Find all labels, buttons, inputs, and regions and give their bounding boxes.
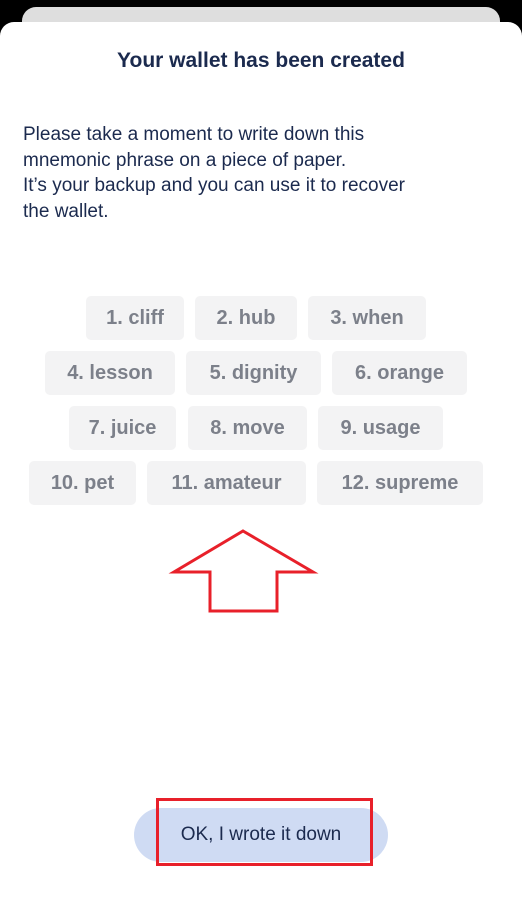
mnemonic-row-4: 10. pet 11. amateur 12. supreme bbox=[0, 461, 522, 505]
mnemonic-word: 1. cliff bbox=[86, 296, 184, 340]
mnemonic-word: 10. pet bbox=[29, 461, 136, 505]
mnemonic-row-2: 4. lesson 5. dignity 6. orange bbox=[0, 351, 522, 395]
mnemonic-word: 4. lesson bbox=[45, 351, 175, 395]
backup-instructions: Please take a moment to write down this … bbox=[23, 124, 405, 222]
mnemonic-word: 2. hub bbox=[195, 296, 297, 340]
mnemonic-word: 6. orange bbox=[332, 351, 467, 395]
mnemonic-word: 5. dignity bbox=[186, 351, 321, 395]
mnemonic-word: 12. supreme bbox=[317, 461, 483, 505]
mnemonic-word: 11. amateur bbox=[147, 461, 306, 505]
mnemonic-row-3: 7. juice 8. move 9. usage bbox=[0, 406, 522, 450]
page-title: Your wallet has been created bbox=[117, 49, 405, 72]
mnemonic-row-1: 1. cliff 2. hub 3. when bbox=[0, 296, 522, 340]
mnemonic-word: 3. when bbox=[308, 296, 426, 340]
confirm-wrote-it-down-button[interactable]: OK, I wrote it down bbox=[134, 808, 388, 862]
mnemonic-word: 9. usage bbox=[318, 406, 443, 450]
mnemonic-word: 7. juice bbox=[69, 406, 176, 450]
mnemonic-word: 8. move bbox=[188, 406, 307, 450]
